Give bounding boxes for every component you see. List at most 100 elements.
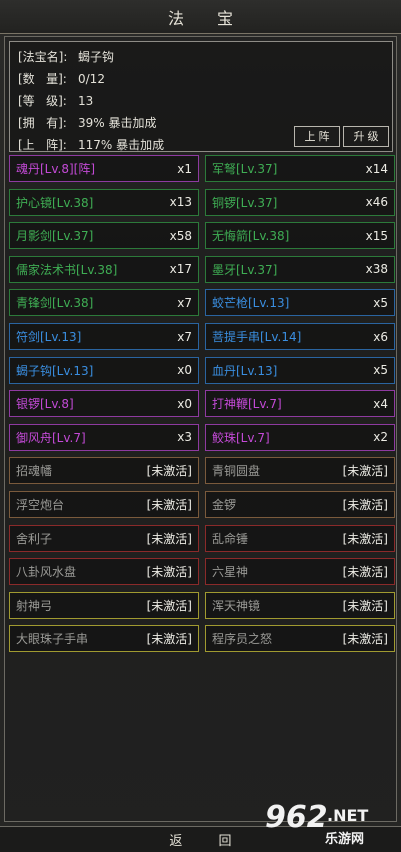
treasure-item-name: 青铜圆盘 <box>212 464 261 479</box>
treasure-item-name: 鲛珠[Lv.7] <box>212 430 270 445</box>
info-value: 13 <box>78 94 94 108</box>
treasure-item-name: 墨牙[Lv.37] <box>212 262 278 277</box>
treasure-item-name: 程序员之怒 <box>212 632 273 647</box>
treasure-item[interactable]: 乱命锤 [未激活] <box>205 524 395 552</box>
treasure-item-name: 无悔箭[Lv.38] <box>212 229 290 244</box>
treasure-item-name: 舍利子 <box>16 531 53 546</box>
treasure-item-name: 打神鞭[Lv.7] <box>212 397 282 412</box>
treasure-item-name: 菩提手串[Lv.14] <box>212 330 302 344</box>
treasure-item-count: [未激活] <box>146 565 192 580</box>
treasure-item-count: [未激活] <box>342 498 388 512</box>
treasure-item[interactable]: 大眼珠子手串 [未激活] <box>9 625 199 653</box>
treasure-item[interactable]: 无悔箭[Lv.38] x15 <box>205 222 395 250</box>
treasure-item[interactable]: 射神弓 [未激活] <box>9 591 199 619</box>
treasure-item-count: [未激活] <box>146 498 192 512</box>
treasure-item-name: 浑天神镜 <box>212 598 261 613</box>
treasure-item[interactable]: 军弩[Lv.37] x14 <box>205 155 395 182</box>
treasure-item[interactable]: 程序员之怒 [未激活] <box>205 625 395 653</box>
treasure-item-count: x15 <box>365 228 388 243</box>
info-value: 蝎子钩 <box>78 50 115 64</box>
treasure-item[interactable]: 招魂幡 [未激活] <box>9 457 199 485</box>
treasure-item-count: x17 <box>169 262 192 277</box>
treasure-item-name: 血丹[Lv.13] <box>212 363 278 378</box>
treasure-item[interactable]: 金锣 [未激活] <box>205 491 395 518</box>
treasure-item-count: [未激活] <box>146 531 192 546</box>
treasure-item-name: 月影剑[Lv.37] <box>16 229 94 244</box>
treasure-item-name: 符剑[Lv.13] <box>16 330 82 344</box>
treasure-item-count: x13 <box>169 195 192 210</box>
treasure-item-name: 招魂幡 <box>16 464 53 479</box>
treasure-item[interactable]: 魂丹[Lv.8][阵] x1 <box>9 155 199 182</box>
treasure-item[interactable]: 墨牙[Lv.37] x38 <box>205 255 395 283</box>
treasure-item[interactable]: 御风舟[Lv.7] x3 <box>9 423 199 451</box>
treasure-item-name: 蛟芒枪[Lv.13] <box>212 296 290 311</box>
treasure-item[interactable]: 蝎子钩[Lv.13] x0 <box>9 356 199 384</box>
treasure-item-name: 金锣 <box>212 498 237 512</box>
treasure-item[interactable]: 青铜圆盘 [未激活] <box>205 457 395 485</box>
treasure-item[interactable]: 铜锣[Lv.37] x46 <box>205 188 395 216</box>
game-window: 法 宝 [法宝名]: 蝎子钩 [数 量]: 0/12 [等 级]: 13 [拥 … <box>0 0 401 852</box>
treasure-item-count: [未激活] <box>146 464 192 479</box>
back-button[interactable]: 返 回 <box>153 830 247 849</box>
info-key: [上 阵]: <box>18 138 67 152</box>
treasure-item[interactable]: 蛟芒枪[Lv.13] x5 <box>205 289 395 317</box>
treasure-item[interactable]: 符剑[Lv.13] x7 <box>9 323 199 350</box>
treasure-item-name: 大眼珠子手串 <box>16 632 89 647</box>
info-key: [法宝名]: <box>18 50 68 64</box>
treasure-item[interactable]: 月影剑[Lv.37] x58 <box>9 222 199 250</box>
title-bar: 法 宝 <box>0 0 401 34</box>
info-key: [数 量]: <box>18 72 67 86</box>
treasure-item[interactable]: 舍利子 [未激活] <box>9 524 199 552</box>
treasure-item-count: x0 <box>177 396 192 411</box>
treasure-item-count: x38 <box>365 262 388 277</box>
treasure-item[interactable]: 浑天神镜 [未激活] <box>205 591 395 619</box>
treasure-item-count: x5 <box>373 295 388 310</box>
treasure-item-name: 御风舟[Lv.7] <box>16 430 86 445</box>
treasure-item[interactable]: 护心镜[Lv.38] x13 <box>9 188 199 216</box>
treasure-item[interactable]: 浮空炮台 [未激活] <box>9 491 199 518</box>
treasure-item-name: 青锋剑[Lv.38] <box>16 296 94 311</box>
treasure-item-count: x58 <box>169 228 192 243</box>
treasure-item-count: x7 <box>177 295 192 310</box>
treasure-item[interactable]: 六星神 [未激活] <box>205 558 395 586</box>
treasure-item-count: x1 <box>177 161 192 176</box>
treasure-info-box: [法宝名]: 蝎子钩 [数 量]: 0/12 [等 级]: 13 [拥 有]: … <box>9 41 393 152</box>
upgrade-button[interactable]: 升级 <box>343 126 389 147</box>
treasure-item-name: 浮空炮台 <box>16 498 65 512</box>
treasure-item-name: 乱命锤 <box>212 531 249 546</box>
treasure-item-count: x2 <box>373 430 388 445</box>
treasure-item-count: [未激活] <box>146 598 192 613</box>
treasure-item-name: 蝎子钩[Lv.13] <box>16 363 94 378</box>
treasure-item-name: 魂丹[Lv.8][阵] <box>16 162 96 176</box>
info-value: 39% 暴击加成 <box>78 116 157 130</box>
treasure-item-count: x7 <box>177 329 192 344</box>
info-row-level: [等 级]: 13 <box>18 90 392 112</box>
treasure-panel: [法宝名]: 蝎子钩 [数 量]: 0/12 [等 级]: 13 [拥 有]: … <box>4 36 397 822</box>
page-title: 法 宝 <box>167 8 248 28</box>
treasure-item[interactable]: 血丹[Lv.13] x5 <box>205 356 395 384</box>
treasure-item-count: x46 <box>365 195 388 210</box>
equip-button[interactable]: 上阵 <box>294 126 340 147</box>
info-row-quantity: [数 量]: 0/12 <box>18 68 392 90</box>
treasure-item[interactable]: 青锋剑[Lv.38] x7 <box>9 289 199 317</box>
treasure-item-count: x14 <box>365 161 388 176</box>
treasure-item[interactable]: 儒家法术书[Lv.38] x17 <box>9 255 199 283</box>
treasure-item-count: [未激活] <box>146 632 192 647</box>
treasure-item[interactable]: 银锣[Lv.8] x0 <box>9 390 199 418</box>
treasure-item-count: x0 <box>177 363 192 378</box>
treasure-item[interactable]: 八卦风水盘 [未激活] <box>9 558 199 586</box>
treasure-item-name: 铜锣[Lv.37] <box>212 195 278 210</box>
treasure-item[interactable]: 打神鞭[Lv.7] x4 <box>205 390 395 418</box>
info-key: [拥 有]: <box>18 116 67 130</box>
treasure-item-name: 射神弓 <box>16 598 53 613</box>
watermark-site: 乐游网 <box>325 832 365 847</box>
treasure-item-name: 护心镜[Lv.38] <box>16 195 94 210</box>
treasure-item-count: x6 <box>373 329 388 344</box>
treasure-item[interactable]: 菩提手串[Lv.14] x6 <box>205 323 395 350</box>
treasure-item-count: [未激活] <box>342 464 388 479</box>
treasure-item[interactable]: 鲛珠[Lv.7] x2 <box>205 423 395 451</box>
watermark-number: 962 <box>265 800 328 835</box>
treasure-item-count: x4 <box>373 396 388 411</box>
info-key: [等 级]: <box>18 94 67 108</box>
treasure-item-count: x5 <box>373 363 388 378</box>
